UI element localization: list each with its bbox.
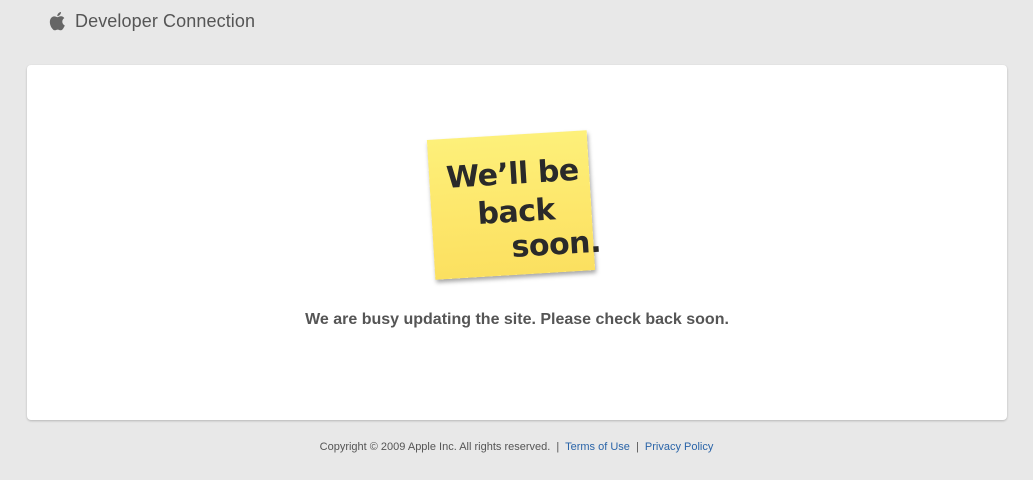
sticky-line-1: We’ll be	[445, 152, 580, 196]
apple-logo-icon[interactable]	[49, 11, 65, 31]
sticky-note-text: We’ll be back soon.	[427, 130, 602, 280]
content-panel: We’ll be back soon. We are busy updating…	[27, 65, 1007, 420]
sticky-note: We’ll be back soon.	[426, 130, 602, 283]
copyright-text: Copyright © 2009 Apple Inc. All rights r…	[319, 441, 551, 453]
sticky-line-2: back	[476, 192, 556, 233]
terms-of-use-link[interactable]: Terms of Use	[565, 441, 630, 453]
footer-separator: |	[635, 441, 639, 453]
footer-separator: |	[556, 441, 560, 453]
page: Developer Connection We’ll be back soon.…	[0, 0, 1033, 480]
header: Developer Connection	[49, 8, 255, 34]
privacy-policy-link[interactable]: Privacy Policy	[645, 441, 713, 453]
sticky-line-3: soon.	[510, 224, 602, 266]
maintenance-message: We are busy updating the site. Please ch…	[305, 311, 729, 328]
footer: Copyright © 2009 Apple Inc. All rights r…	[0, 441, 1033, 453]
site-title[interactable]: Developer Connection	[75, 11, 255, 32]
